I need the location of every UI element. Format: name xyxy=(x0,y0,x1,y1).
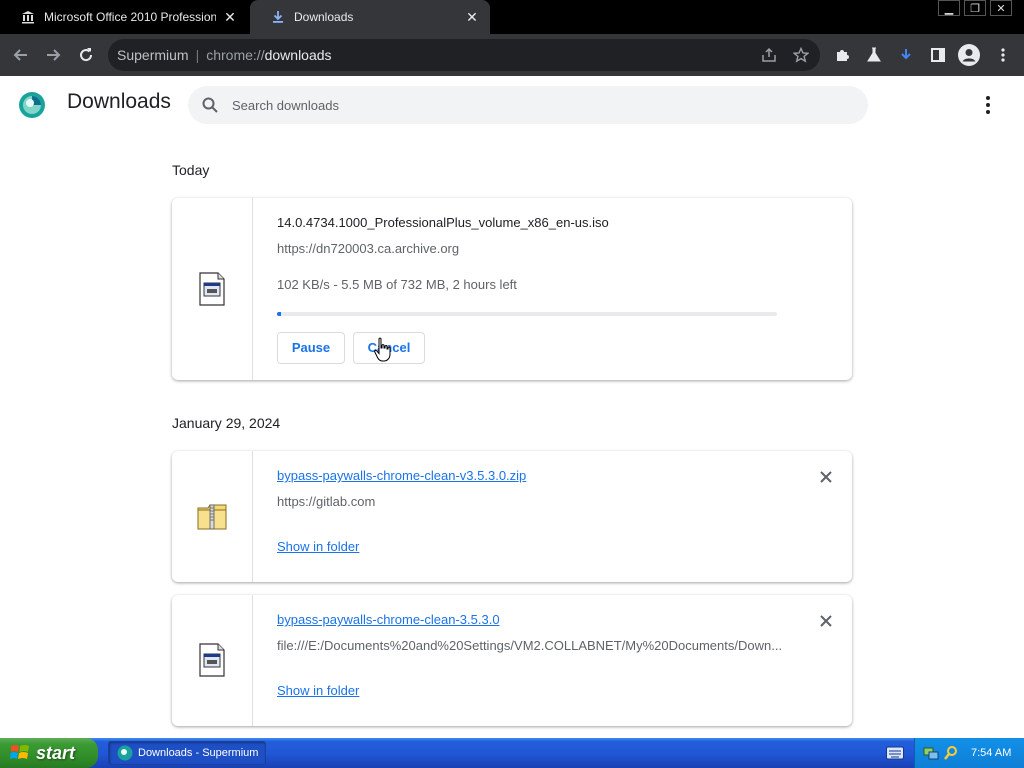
forward-button[interactable] xyxy=(41,43,65,67)
search-box[interactable] xyxy=(188,86,868,124)
tab-strip: Microsoft Office 2010 Professional P ✕ D… xyxy=(0,0,1024,34)
taskbar-item-label: Downloads - Supermium xyxy=(138,747,259,759)
extensions-puzzle-icon[interactable] xyxy=(831,44,853,66)
file-icon-column xyxy=(172,451,253,582)
address-text: Supermium | chrome://downloads xyxy=(117,47,332,63)
remove-icon[interactable] xyxy=(818,613,834,629)
zip-folder-icon xyxy=(197,504,227,530)
date-heading: Today xyxy=(172,162,210,178)
forward-arrow-icon xyxy=(47,49,61,61)
download-status-icon[interactable] xyxy=(895,44,917,66)
share-icon[interactable] xyxy=(759,45,779,65)
download-status: 102 KB/s - 5.5 MB of 732 MB, 2 hours lef… xyxy=(277,277,517,292)
labs-flask-icon[interactable] xyxy=(863,44,885,66)
supermium-icon xyxy=(117,745,133,761)
file-source-url: https://gitlab.com xyxy=(277,494,376,509)
start-button[interactable]: start xyxy=(0,738,98,768)
url-host: downloads xyxy=(264,47,332,63)
generic-file-icon xyxy=(199,643,225,677)
close-window-button[interactable]: ✕ xyxy=(990,0,1012,16)
reload-button[interactable] xyxy=(74,43,98,67)
more-actions-icon[interactable] xyxy=(978,93,998,117)
address-bar[interactable]: Supermium | chrome://downloads xyxy=(108,39,820,71)
network-icon[interactable] xyxy=(923,745,939,761)
search-tray-icon[interactable] xyxy=(943,745,959,761)
start-label: start xyxy=(36,742,76,763)
download-item: bypass-paywalls-chrome-clean-v3.5.3.0.zi… xyxy=(172,451,852,582)
show-in-folder-link[interactable]: Show in folder xyxy=(277,683,359,698)
file-name-link[interactable]: bypass-paywalls-chrome-clean-3.5.3.0 xyxy=(277,612,500,627)
back-button[interactable] xyxy=(9,43,33,67)
tab-title: Downloads xyxy=(294,10,354,24)
search-icon xyxy=(202,97,218,113)
restore-button[interactable]: ❐ xyxy=(964,0,986,16)
remove-icon[interactable] xyxy=(818,469,834,485)
keyboard-icon[interactable] xyxy=(886,746,904,760)
taskbar-item-supermium[interactable]: Downloads - Supermium xyxy=(108,741,266,765)
bookmark-star-icon[interactable] xyxy=(791,45,811,65)
url-scheme: chrome:// xyxy=(206,47,265,63)
file-name-link[interactable]: bypass-paywalls-chrome-clean-v3.5.3.0.zi… xyxy=(277,468,526,483)
back-arrow-icon xyxy=(13,49,27,61)
tab-title: Microsoft Office 2010 Professional P xyxy=(44,10,216,24)
tab-close-icon[interactable]: ✕ xyxy=(222,9,238,25)
show-in-folder-link[interactable]: Show in folder xyxy=(277,539,359,554)
search-input[interactable] xyxy=(232,86,832,124)
download-item: 14.0.4734.1000_ProfessionalPlus_volume_x… xyxy=(172,198,852,380)
page-title: Downloads xyxy=(67,90,171,113)
download-item: bypass-paywalls-chrome-clean-3.5.3.0 fil… xyxy=(172,595,852,726)
pause-button[interactable]: Pause xyxy=(277,332,345,364)
windows-taskbar: start Downloads - Supermium 7:54 AM xyxy=(0,738,1024,768)
file-icon-column xyxy=(172,198,253,380)
tab-office-download[interactable]: Microsoft Office 2010 Professional P ✕ xyxy=(0,0,248,34)
hand-pointer-cursor-icon xyxy=(374,337,391,362)
download-progress-bar xyxy=(277,312,777,316)
progress-fill xyxy=(277,312,281,316)
file-name: 14.0.4734.1000_ProfessionalPlus_volume_x… xyxy=(277,215,609,230)
window-controls: ▁ ❐ ✕ xyxy=(938,0,1012,20)
bank-icon xyxy=(20,9,36,25)
file-source-url: https://dn720003.ca.archive.org xyxy=(277,241,460,256)
windows-logo-icon xyxy=(10,745,29,759)
downloads-header: Downloads xyxy=(0,76,1024,134)
browser-menu-icon[interactable] xyxy=(992,44,1014,66)
profile-avatar-icon[interactable] xyxy=(958,44,980,66)
supermium-logo-icon xyxy=(19,92,45,118)
system-tray: 7:54 AM xyxy=(914,738,1024,768)
minimize-button[interactable]: ▁ xyxy=(938,0,960,16)
file-source-url: file:///E:/Documents%20and%20Settings/VM… xyxy=(277,638,783,653)
browser-chip: Supermium xyxy=(117,47,189,63)
disc-image-file-icon xyxy=(199,272,225,306)
download-icon xyxy=(270,9,286,25)
date-heading: January 29, 2024 xyxy=(172,415,281,431)
clock: 7:54 AM xyxy=(971,747,1012,759)
browser-toolbar: Supermium | chrome://downloads xyxy=(0,34,1024,76)
side-panel-icon[interactable] xyxy=(927,44,949,66)
tab-close-icon[interactable]: ✕ xyxy=(464,9,480,25)
reload-icon xyxy=(80,48,93,62)
tab-downloads[interactable]: Downloads ✕ xyxy=(250,0,490,34)
file-icon-column xyxy=(172,595,253,726)
